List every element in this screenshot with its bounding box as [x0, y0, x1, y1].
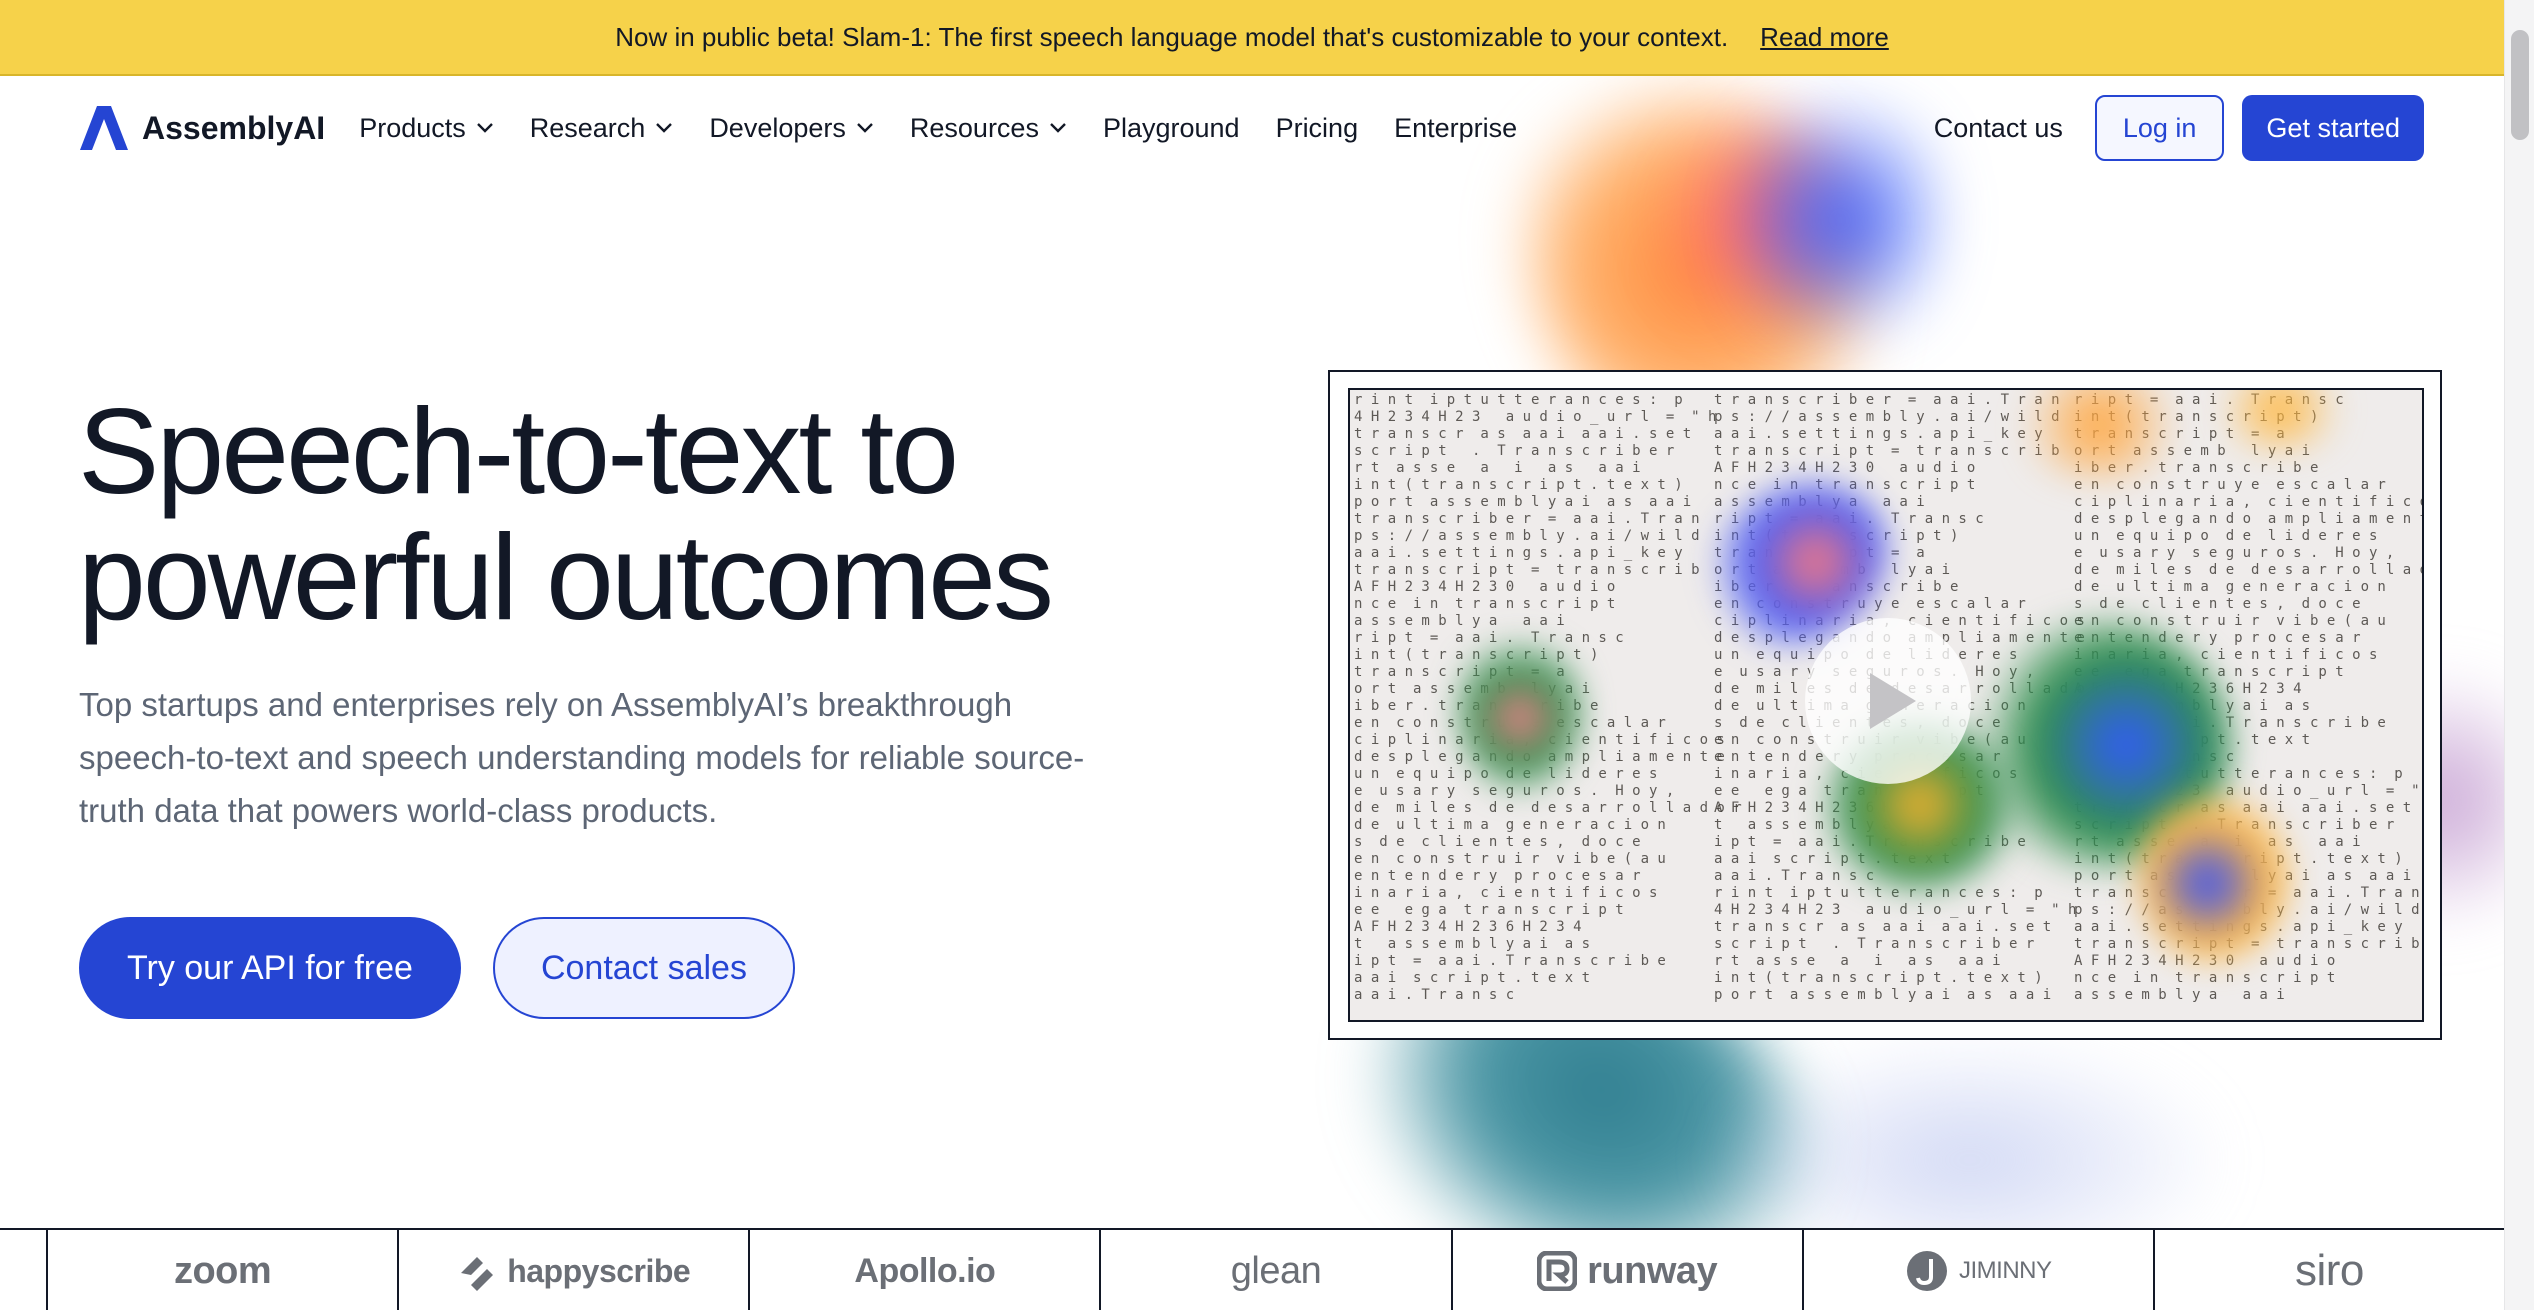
video-card: r i n t i p t u t t e r a n c e s : p 4 … [1328, 370, 2442, 1040]
logo-happyscribe-text: happyscribe [507, 1252, 691, 1289]
runway-icon [1537, 1251, 1578, 1291]
navbar: AssemblyAI Products Research Developers … [0, 78, 2504, 178]
play-button[interactable] [1805, 618, 1971, 784]
nav-research-label: Research [529, 112, 646, 143]
nav-resources-label: Resources [909, 112, 1039, 143]
nav-research[interactable]: Research [530, 113, 674, 144]
assemblyai-logo[interactable]: AssemblyAI [80, 106, 325, 150]
logo-siro-text: siro [2294, 1246, 2364, 1295]
nav-playground[interactable]: Playground [1103, 113, 1240, 144]
login-button[interactable]: Log in [2094, 95, 2225, 161]
nav-developers[interactable]: Developers [709, 113, 874, 144]
logo-zoom: zoom [46, 1230, 397, 1310]
logo-glean: glean [1099, 1230, 1450, 1310]
hero-title-line1: Speech-to-text to [78, 383, 959, 519]
nav-pricing-label: Pricing [1275, 112, 1359, 143]
chevron-down-icon [857, 123, 873, 133]
logo-apollo-text: Apollo.io [854, 1251, 996, 1290]
nav-enterprise[interactable]: Enterprise [1394, 113, 1517, 144]
scrollbar-thumb[interactable] [2511, 30, 2529, 140]
nav-resources[interactable]: Resources [910, 113, 1067, 144]
nav-products[interactable]: Products [359, 113, 494, 144]
logo-siro: siro [2152, 1230, 2504, 1310]
nav-actions: Contact us Log in Get started [1934, 95, 2424, 161]
logo-glean-text: glean [1230, 1249, 1322, 1292]
get-started-button[interactable]: Get started [2242, 95, 2424, 161]
announcement-text: Now in public beta! Slam-1: The first sp… [615, 21, 1729, 52]
announcement-bar: Now in public beta! Slam-1: The first sp… [0, 0, 2504, 76]
hero-subtitle: Top startups and enterprises rely on Ass… [79, 686, 1085, 829]
chevron-down-icon [1050, 123, 1066, 133]
video-blob-green-left [1460, 630, 1580, 790]
customer-logo-strip: zoom happyscribe Apollo.io glean runway … [0, 1228, 2504, 1310]
contact-sales-button[interactable]: Contact sales [492, 917, 795, 1019]
hero-cta-row: Try our API for free Contact sales [79, 917, 795, 1019]
logo-runway: runway [1450, 1230, 1802, 1310]
jiminny-icon [1907, 1251, 1948, 1291]
logo-jiminny: JIMINNY [1801, 1230, 2153, 1310]
nav-developers-label: Developers [709, 112, 846, 143]
nav-enterprise-label: Enterprise [1394, 112, 1518, 143]
contact-us-link[interactable]: Contact us [1934, 113, 2063, 144]
nav-playground-label: Playground [1102, 112, 1240, 143]
try-api-button[interactable]: Try our API for free [79, 917, 461, 1019]
logo-apollo: Apollo.io [748, 1230, 1099, 1310]
scrollbar[interactable] [2504, 0, 2534, 1310]
happyscribe-icon [461, 1257, 494, 1291]
nav-pricing[interactable]: Pricing [1276, 113, 1359, 144]
chevron-down-icon [656, 123, 673, 133]
assemblyai-logo-icon [80, 106, 128, 150]
logo-zoom-text: zoom [173, 1249, 272, 1292]
chevron-down-icon [476, 123, 493, 133]
video-player[interactable]: r i n t i p t u t t e r a n c e s : p 4 … [1348, 388, 2424, 1022]
logo-wordmark: AssemblyAI [142, 109, 326, 146]
logo-jiminny-text: JIMINNY [1959, 1257, 2052, 1284]
logo-runway-text: runway [1587, 1249, 1718, 1292]
nav-products-label: Products [359, 112, 466, 143]
main-menu: Products Research Developers Resources P… [359, 113, 1517, 144]
read-more-link[interactable]: Read more [1760, 22, 1889, 53]
logo-happyscribe: happyscribe [397, 1230, 748, 1310]
video-blob-corner [2140, 790, 2290, 960]
play-icon [1870, 673, 1916, 729]
hero-title: Speech-to-text to powerful outcomes [78, 388, 1278, 640]
hero-title-line2: powerful outcomes [78, 509, 1054, 645]
